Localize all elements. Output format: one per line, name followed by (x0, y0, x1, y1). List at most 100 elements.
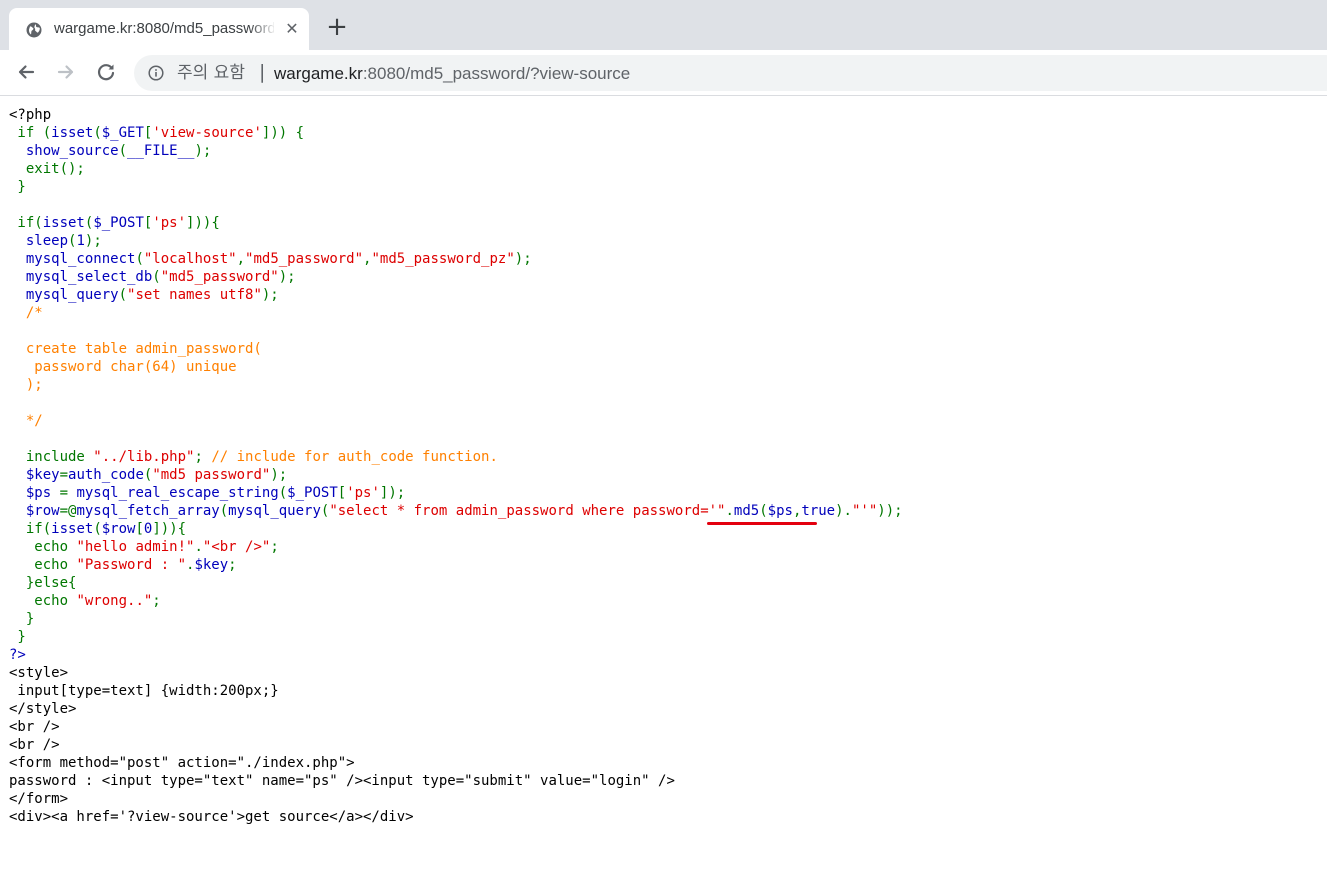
tab-title-fade (249, 18, 277, 40)
source-line: if(isset($_POST['ps'])){ (9, 214, 903, 232)
source-token: "../lib.php" (93, 449, 195, 465)
source-token: md5 (733, 503, 760, 519)
source-line: create table admin_password( (9, 340, 903, 358)
source-token: ])){ (152, 521, 187, 537)
source-token: ( (93, 125, 102, 141)
source-token: if( (9, 521, 52, 537)
source-token: } (9, 611, 35, 627)
source-token: 'ps' (152, 215, 187, 231)
source-token: if ( (9, 125, 52, 141)
source-line (9, 196, 903, 214)
security-label[interactable]: 주의 요함 (177, 62, 245, 84)
source-line: <br /> (9, 718, 903, 736)
source-line: include "../lib.php"; // include for aut… (9, 448, 903, 466)
source-token: ; (270, 539, 279, 555)
source-token: "md5_password_pz" (371, 251, 515, 267)
source-line: ?> (9, 646, 903, 664)
active-tab[interactable]: wargame.kr:8080/md5_password/?view-sourc… (9, 8, 309, 50)
source-line: mysql_query("set names utf8"); (9, 286, 903, 304)
source-token: */ (9, 413, 43, 429)
source-token: "md5_password" (245, 251, 364, 267)
source-token: <?php (9, 107, 52, 123)
source-token: mysql_connect (25, 251, 136, 267)
source-line: $ps = mysql_real_escape_string($_POST['p… (9, 484, 903, 502)
source-token: ); (514, 251, 532, 267)
source-token: . (725, 503, 734, 519)
source-line: */ (9, 412, 903, 430)
address-separator: | (259, 61, 266, 83)
source-token: "select * from admin_password where pass… (329, 503, 726, 519)
source-token: "<br />" (202, 539, 271, 555)
source-token: // include for auth_code function. (211, 449, 498, 465)
source-token: = (59, 485, 77, 501)
source-line: <form method="post" action="./index.php"… (9, 754, 903, 772)
source-token: sleep (25, 233, 69, 249)
source-token: $ps (767, 503, 793, 519)
source-line: show_source(__FILE__); (9, 142, 903, 160)
source-token: [ (337, 485, 347, 501)
source-token: 1 (76, 233, 85, 249)
source-token: ; (228, 557, 237, 573)
source-token: 'view-source' (152, 125, 262, 141)
source-token (9, 269, 26, 285)
source-token: ( (93, 521, 102, 537)
source-token: $_POST (93, 215, 144, 231)
source-line: } (9, 178, 903, 196)
source-line: $key=auth_code("md5 password"); (9, 466, 903, 484)
source-token (9, 503, 26, 519)
source-line: ); (9, 376, 903, 394)
source-token: ( (118, 143, 128, 159)
source-token: ( (118, 287, 128, 303)
source-line: if (isset($_GET['view-source'])) { (9, 124, 903, 142)
source-token (9, 485, 26, 501)
source-token: mysql_query (25, 287, 119, 303)
source-token: = (59, 467, 69, 483)
source-token (9, 233, 26, 249)
source-token: __FILE__ (127, 143, 195, 159)
source-token: auth_code (68, 467, 144, 483)
source-line: <div><a href='?view-source'>get source</… (9, 808, 903, 826)
source-token: $ps (25, 485, 60, 501)
source-line: mysql_connect("localhost","md5_password"… (9, 250, 903, 268)
source-line (9, 322, 903, 340)
source-line: exit(); (9, 160, 903, 178)
source-line: } (9, 610, 903, 628)
source-line: $row=@mysql_fetch_array(mysql_query("sel… (9, 502, 903, 520)
source-token: )); (877, 503, 903, 519)
source-line: password char(64) unique (9, 358, 903, 376)
source-line: sleep(1); (9, 232, 903, 250)
source-token: ; (194, 449, 212, 465)
source-token: password : <input type="text" name="ps" … (9, 773, 675, 789)
source-token: mysql_fetch_array (76, 503, 220, 519)
source-token: mysql_select_db (25, 269, 153, 285)
source-token: } (9, 179, 26, 195)
url-text[interactable]: wargame.kr:8080/md5_password/?view-sourc… (274, 63, 630, 85)
source-code: <?php if (isset($_GET['view-source'])) {… (9, 106, 903, 826)
source-token: ])){ (186, 215, 220, 231)
source-line: }else{ (9, 574, 903, 592)
back-arrow-icon[interactable] (12, 58, 40, 86)
close-icon[interactable]: ✕ (282, 19, 302, 39)
source-token: $_POST (287, 485, 338, 501)
source-token: $key (25, 467, 60, 483)
source-line: input[type=text] {width:200px;} (9, 682, 903, 700)
source-token: 'ps' (346, 485, 380, 501)
source-token: "localhost" (143, 251, 237, 267)
source-line: <br /> (9, 736, 903, 754)
source-token: "wrong.." (76, 593, 153, 609)
source-token: ); (84, 233, 102, 249)
source-token: , (236, 251, 246, 267)
source-token: isset (51, 125, 94, 141)
source-token: [ (135, 521, 144, 537)
plus-icon[interactable]: + (323, 13, 351, 41)
source-line: } (9, 628, 903, 646)
source-token: ( (278, 485, 288, 501)
forward-arrow-icon[interactable] (52, 58, 80, 86)
info-icon[interactable] (148, 65, 164, 81)
source-token: isset (51, 521, 94, 537)
source-token: echo (9, 557, 77, 573)
address-bar[interactable]: 주의 요함 | wargame.kr:8080/md5_password/?vi… (134, 55, 1327, 91)
source-token (9, 143, 26, 159)
reload-icon[interactable] (92, 58, 120, 86)
source-token (9, 251, 26, 267)
